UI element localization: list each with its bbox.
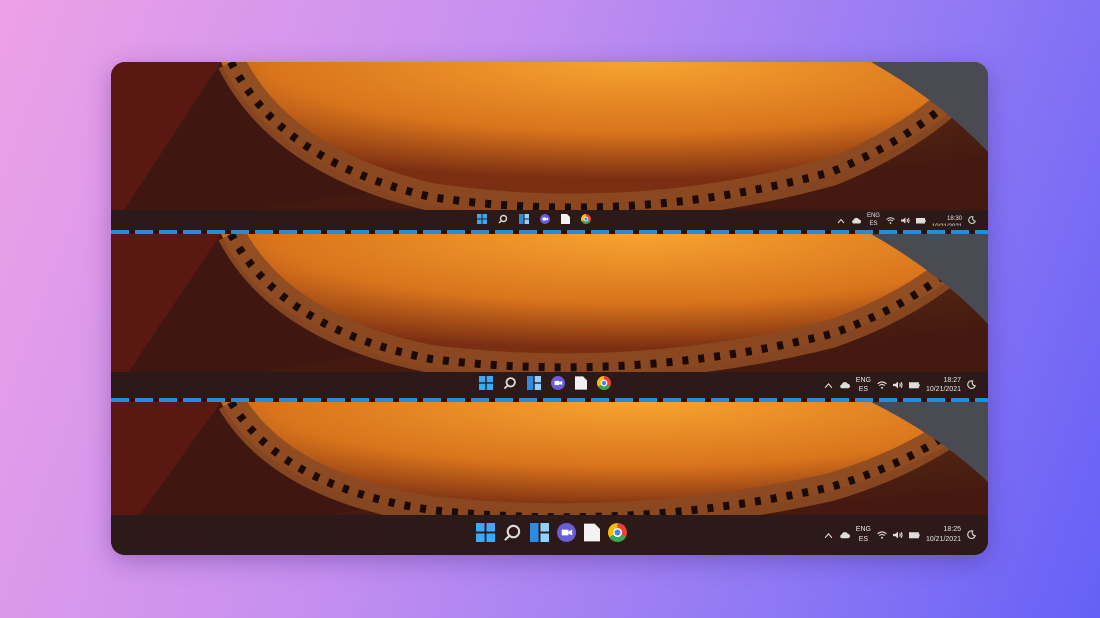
file-icon[interactable]	[584, 523, 600, 547]
moon-icon[interactable]	[968, 211, 976, 229]
moon-icon[interactable]	[967, 526, 976, 544]
battery-icon[interactable]	[908, 376, 920, 394]
desktop-panel-large: ENG ES 18:25 10/21/2021	[111, 402, 988, 555]
chrome-browser-icon[interactable]	[597, 375, 611, 395]
language-indicator[interactable]: ENG ES	[856, 376, 871, 394]
search-icon[interactable]	[503, 523, 522, 547]
desktop-panel-medium: ENG ES 18:27 10/21/2021	[111, 234, 988, 398]
chrome-browser-icon[interactable]	[608, 523, 627, 547]
file-icon[interactable]	[561, 211, 570, 229]
taskbar-apps	[476, 515, 627, 555]
clock-date: 10/21/2021	[932, 223, 962, 226]
teams-chat-icon[interactable]	[557, 523, 576, 547]
cloud-icon[interactable]	[839, 526, 850, 544]
language-indicator[interactable]: ENG ES	[867, 212, 880, 228]
language-code: ENG	[866, 213, 880, 219]
language-indicator[interactable]: ENG ES	[856, 525, 871, 545]
region-code: ES	[858, 536, 869, 543]
fractal-wallpaper	[111, 62, 988, 230]
system-tray: ENG ES 18:3010/21/2021	[837, 210, 976, 230]
moon-icon[interactable]	[967, 376, 976, 394]
desktop-panel-small: ENG ES 18:3010/21/2021	[111, 62, 988, 230]
volume-icon[interactable]	[892, 376, 903, 394]
wifi-icon[interactable]	[877, 526, 887, 544]
battery-icon[interactable]	[908, 526, 920, 544]
chevron-up-icon[interactable]	[824, 376, 833, 394]
volume-icon[interactable]	[892, 526, 903, 544]
clock-time: 18:27	[943, 377, 961, 384]
windows-start-icon[interactable]	[476, 523, 495, 547]
system-tray: ENG ES 18:25 10/21/2021	[824, 515, 976, 555]
battery-icon[interactable]	[915, 211, 926, 229]
wifi-icon[interactable]	[877, 376, 887, 394]
cloud-icon[interactable]	[851, 211, 861, 229]
widgets-icon[interactable]	[530, 523, 549, 547]
clock-date: 10/21/2021	[925, 536, 961, 543]
clock[interactable]: 18:27 10/21/2021	[926, 376, 961, 394]
language-code: ENG	[855, 526, 871, 533]
widgets-icon[interactable]	[519, 211, 529, 229]
wifi-icon[interactable]	[886, 211, 895, 229]
system-tray: ENG ES 18:27 10/21/2021	[824, 372, 976, 398]
chevron-up-icon[interactable]	[837, 211, 845, 229]
chevron-up-icon[interactable]	[824, 526, 833, 544]
taskbar: ENG ES 18:3010/21/2021	[111, 210, 988, 230]
taskbar-apps	[477, 210, 591, 230]
region-code: ES	[858, 386, 869, 393]
taskbar: ENG ES 18:27 10/21/2021	[111, 372, 988, 398]
windows-start-icon[interactable]	[479, 375, 493, 395]
clock[interactable]: 18:3010/21/2021	[932, 215, 962, 226]
screenshot-card: ENGES 18:3010/21/2021	[111, 62, 988, 555]
clock-time: 18:30	[946, 215, 962, 222]
windows-start-icon[interactable]	[477, 211, 487, 229]
language-code: ENG	[855, 377, 871, 384]
taskbar-apps	[479, 372, 611, 398]
taskbar: ENG ES 18:25 10/21/2021	[111, 515, 988, 555]
teams-chat-icon[interactable]	[540, 211, 550, 229]
region-code: ES	[869, 221, 878, 227]
clock-time: 18:25	[943, 526, 961, 533]
volume-icon[interactable]	[900, 211, 910, 229]
cloud-icon[interactable]	[839, 376, 850, 394]
chrome-browser-icon[interactable]	[581, 211, 591, 229]
clock-date: 10/21/2021	[925, 386, 961, 393]
widgets-icon[interactable]	[527, 375, 541, 395]
clock[interactable]: 18:25 10/21/2021	[926, 525, 961, 545]
teams-chat-icon[interactable]	[551, 375, 565, 395]
search-icon[interactable]	[498, 211, 508, 229]
search-icon[interactable]	[503, 376, 517, 395]
file-icon[interactable]	[575, 375, 587, 395]
